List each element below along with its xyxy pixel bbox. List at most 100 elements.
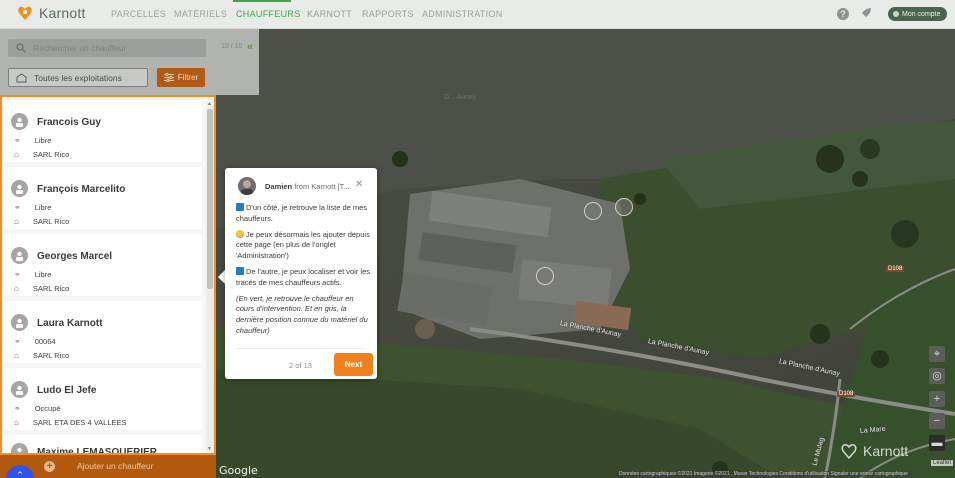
- driver-card[interactable]: Laura Karnott ⚭ 00064 ⌂ SARL Rico: [5, 301, 202, 363]
- karnott-logo-icon: [841, 444, 857, 460]
- search-placeholder: Rechercher un chauffeur: [33, 43, 127, 53]
- building-icon: [16, 73, 27, 83]
- building-icon: ⌂: [14, 150, 19, 159]
- tab-parcelles[interactable]: PARCELLES: [111, 9, 166, 19]
- scroll-up-icon[interactable]: ▲: [207, 101, 212, 107]
- sidebar-header: Rechercher un chauffeur 10 / 10 « Toutes…: [0, 29, 259, 95]
- driver-company-row: ⌂ SARL Rico: [14, 150, 69, 159]
- leaflet-link[interactable]: Leaflet: [931, 460, 954, 466]
- map-watermark: Karnott: [840, 442, 908, 460]
- driver-name: Maxime LEMASQUERIER: [37, 447, 158, 455]
- tab-materiels[interactable]: MATÉRIELS: [174, 9, 227, 19]
- driver-company-row: ⌂ SARL ETA DES 4 VALLEES: [14, 418, 127, 427]
- brand-logo[interactable]: Karnott: [16, 4, 86, 22]
- center-icon[interactable]: ◎: [929, 368, 945, 384]
- driver-card[interactable]: Georges Marcel ⚭ Libre ⌂ SARL Rico: [5, 234, 202, 296]
- driver-status: Libre: [34, 270, 52, 279]
- popover-paragraph: De l'autre, je peux localiser et voir le…: [236, 266, 370, 289]
- driver-name: Francois Guy: [37, 117, 101, 128]
- building-icon: ⌂: [14, 284, 19, 293]
- search-input[interactable]: Rechercher un chauffeur: [8, 39, 206, 57]
- link-icon: ⚭: [14, 404, 21, 413]
- lightbulb-icon: [236, 229, 244, 238]
- popover-text: Je peux désormais les ajouter depuis cet…: [236, 229, 370, 261]
- left-arrow-icon: [236, 203, 244, 211]
- zoom-out-icon[interactable]: −: [929, 413, 945, 429]
- equipment-marker[interactable]: [615, 198, 633, 216]
- sender-origin: from Karnott [T...: [294, 182, 350, 191]
- equipment-marker[interactable]: [584, 202, 602, 220]
- scroll-down-icon[interactable]: ▼: [207, 446, 212, 452]
- driver-status: Libre: [34, 136, 52, 145]
- locate-icon[interactable]: ⌖: [929, 346, 945, 362]
- driver-company: SARL Rico: [32, 217, 70, 226]
- account-button[interactable]: Mon compte: [888, 7, 947, 21]
- rocket-icon[interactable]: [859, 7, 872, 20]
- building-icon: ⌂: [14, 418, 19, 427]
- popover-note: (En vert, je retrouve le chauffeur en co…: [236, 293, 368, 335]
- driver-status-row: ⚭ Libre: [14, 270, 51, 279]
- driver-status-row: ⚭ Libre: [14, 203, 51, 212]
- brand-name: Karnott: [39, 5, 86, 21]
- product-tour-popover: Damien from Karnott [T... ✕ D'un côté, j…: [225, 168, 377, 379]
- link-icon: ⚭: [14, 203, 21, 212]
- driver-status-row: ⚭ Occupé: [14, 404, 61, 413]
- driver-company-row: ⌂ SARL Rico: [14, 284, 69, 293]
- add-driver-label: Ajouter un chauffeur: [77, 461, 154, 471]
- collapse-icon[interactable]: «: [247, 41, 253, 53]
- help-icon[interactable]: ?: [837, 8, 849, 20]
- driver-company: SARL ETA DES 4 VALLEES: [32, 418, 127, 427]
- driver-count: 10 / 10: [221, 43, 243, 50]
- driver-card[interactable]: Maxime LEMASQUERIER: [5, 435, 202, 455]
- driver-name: Georges Marcel: [37, 251, 113, 262]
- tab-chauffeurs[interactable]: CHAUFFEURS: [236, 9, 301, 19]
- tab-administration[interactable]: ADMINISTRATION: [422, 9, 503, 19]
- active-tab-indicator: [233, 0, 291, 2]
- top-navigation: Karnott PARCELLES MATÉRIELS CHAUFFEURS K…: [0, 0, 955, 29]
- filter-icon: [163, 73, 174, 82]
- plus-icon: +: [44, 461, 55, 472]
- layers-icon[interactable]: ▬: [929, 435, 945, 451]
- driver-card[interactable]: Ludo El Jefe ⚭ Occupé ⌂ SARL ETA DES 4 VAL…: [5, 368, 202, 430]
- popover-text: D'un côté, je retrouve la liste de mes c…: [236, 203, 368, 223]
- driver-status-row: ⚭ 00064: [14, 337, 56, 346]
- building-icon: ⌂: [14, 217, 19, 226]
- driver-company-row: ⌂ SARL Rico: [14, 351, 69, 360]
- driver-avatar-icon: [11, 381, 28, 398]
- link-icon: ⚭: [14, 136, 21, 145]
- popover-paragraph: Je peux désormais les ajouter depuis cet…: [236, 229, 370, 262]
- road-badge: D108: [886, 266, 905, 272]
- driver-status: Libre: [34, 203, 52, 212]
- driver-card[interactable]: François Marcelito ⚭ Libre ⌂ SARL Rico: [5, 167, 202, 229]
- driver-company: SARL Rico: [32, 150, 70, 159]
- driver-name: François Marcelito: [37, 184, 126, 195]
- driver-company-row: ⌂ SARL Rico: [14, 217, 69, 226]
- tab-rapports[interactable]: RAPPORTS: [362, 9, 414, 19]
- close-icon[interactable]: ✕: [355, 179, 363, 190]
- popover-divider: [236, 348, 366, 349]
- link-icon: ⚭: [14, 270, 21, 279]
- road-badge: D108: [837, 391, 856, 397]
- account-label: Mon compte: [902, 10, 941, 18]
- building-icon: ⌂: [14, 351, 19, 360]
- sender-name: Damien: [265, 182, 293, 191]
- next-button[interactable]: Next: [334, 353, 373, 376]
- zoom-in-icon[interactable]: +: [929, 391, 945, 407]
- scrollbar-thumb[interactable]: [207, 109, 213, 289]
- map-place-label: D... Aunay: [444, 94, 477, 101]
- exploitation-select-value: Toutes les exploitations: [34, 73, 122, 83]
- equipment-marker[interactable]: [536, 267, 554, 285]
- map-attribution[interactable]: Données cartographiques ©2021 Imagerie ©…: [616, 471, 911, 477]
- driver-card[interactable]: Francois Guy ⚭ Libre ⌂ SARL Rico: [5, 100, 202, 162]
- popover-sender: Damien from Karnott [T...: [265, 182, 350, 191]
- driver-company: SARL Rico: [32, 351, 70, 360]
- driver-company: SARL Rico: [32, 284, 70, 293]
- filter-button[interactable]: Filtrer: [157, 68, 205, 87]
- tab-karnott[interactable]: KARNOTT: [307, 9, 352, 19]
- driver-status: Occupé: [34, 404, 61, 413]
- exploitation-select[interactable]: Toutes les exploitations: [8, 68, 148, 87]
- sender-avatar: [238, 177, 256, 195]
- popover-text: De l'autre, je peux localiser et voir le…: [236, 266, 370, 287]
- right-arrow-icon: [236, 266, 244, 275]
- user-icon: [893, 11, 899, 17]
